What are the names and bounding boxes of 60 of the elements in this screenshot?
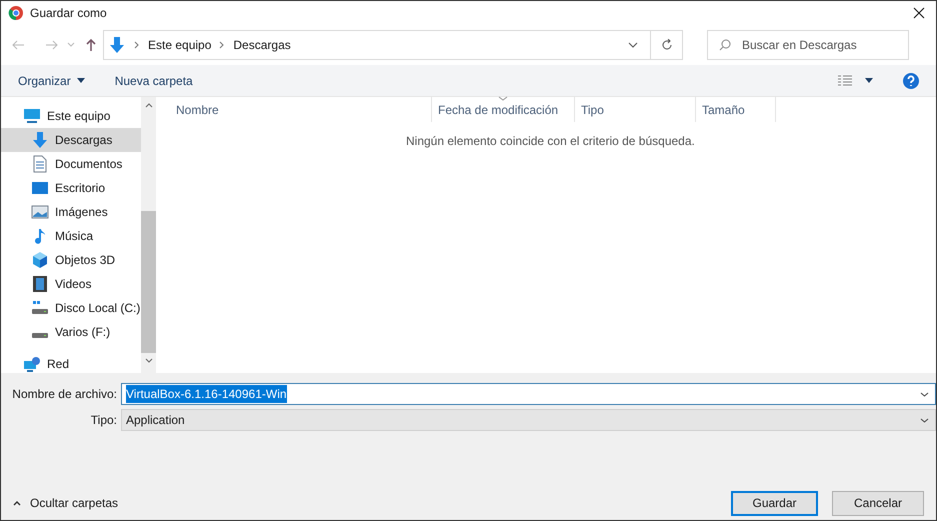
refresh-icon[interactable] bbox=[660, 39, 672, 51]
view-options-icon[interactable] bbox=[837, 74, 853, 86]
sort-indicator-icon bbox=[498, 96, 508, 101]
window-title: Guardar como bbox=[30, 5, 108, 22]
field-label: Tipo: bbox=[90, 412, 118, 429]
sidebar-item[interactable]: Documentos bbox=[1, 152, 141, 176]
chevron-down-icon[interactable] bbox=[920, 392, 929, 396]
breadcrumb[interactable]: Descargas bbox=[233, 36, 291, 54]
dialog-button[interactable]: Cancelar bbox=[832, 490, 924, 516]
download-arrow-icon bbox=[31, 131, 49, 149]
picture-icon bbox=[31, 203, 49, 221]
chevron-down-icon[interactable] bbox=[628, 42, 638, 48]
close-icon bbox=[913, 7, 925, 19]
field-label: Nombre de archivo: bbox=[11, 386, 118, 403]
search-field[interactable]: Buscar en Descargas bbox=[707, 30, 909, 60]
cube-icon bbox=[31, 251, 49, 269]
sidebar-item[interactable]: Descargas bbox=[1, 128, 141, 152]
new-folder-button[interactable]: Nueva carpeta bbox=[114, 72, 193, 90]
sidebar-item[interactable]: Red bbox=[1, 352, 141, 376]
system-drive-icon bbox=[31, 299, 49, 317]
chevron-down-icon[interactable] bbox=[920, 418, 929, 422]
filename-field[interactable]: VirtualBox-6.1.16-140961-Win bbox=[121, 383, 936, 405]
scrollbar-thumb[interactable] bbox=[141, 211, 156, 353]
search-icon bbox=[719, 39, 731, 51]
dropdown-arrow-icon bbox=[76, 78, 85, 83]
organize-menu[interactable]: Organizar bbox=[18, 72, 85, 90]
sidebar-item[interactable]: Música bbox=[1, 224, 141, 248]
chevron-right-icon bbox=[219, 41, 226, 49]
app-icon bbox=[8, 5, 24, 21]
dialog-button[interactable]: Guardar bbox=[731, 490, 818, 516]
desktop-icon bbox=[31, 179, 49, 197]
column-header[interactable]: Tipo bbox=[575, 97, 696, 122]
address-bar[interactable]: Este equipo Descargas bbox=[103, 30, 683, 60]
film-icon bbox=[31, 275, 49, 293]
help-icon[interactable] bbox=[903, 72, 919, 88]
scroll-down-icon[interactable] bbox=[144, 358, 152, 363]
up-arrow-icon[interactable] bbox=[85, 38, 97, 52]
chevron-right-icon bbox=[134, 41, 140, 49]
sidebar-item[interactable]: Este equipo bbox=[1, 104, 141, 128]
sidebar-item[interactable]: Disco Local (C:) bbox=[1, 296, 141, 320]
scroll-up-icon[interactable] bbox=[144, 103, 152, 108]
sidebar-item[interactable]: Escritorio bbox=[1, 176, 141, 200]
sidebar-item[interactable]: Varios (F:) bbox=[1, 320, 141, 344]
document-icon bbox=[31, 155, 49, 173]
column-header[interactable]: Fecha de modificación bbox=[432, 97, 575, 122]
file-type-dropdown[interactable]: Application bbox=[121, 409, 936, 431]
computer-icon bbox=[23, 107, 41, 125]
dropdown-arrow-icon[interactable] bbox=[865, 78, 873, 83]
network-icon bbox=[23, 355, 41, 373]
column-header[interactable]: Tamaño bbox=[696, 97, 776, 122]
download-arrow-icon bbox=[108, 36, 126, 54]
caret-up-icon bbox=[13, 500, 21, 506]
breadcrumb[interactable]: Este equipo bbox=[148, 36, 212, 54]
drive-icon bbox=[31, 332, 49, 339]
sidebar-item[interactable]: Imágenes bbox=[1, 200, 141, 224]
column-header[interactable]: Nombre bbox=[156, 97, 432, 122]
empty-message: Ningún elemento coincide con el criterio de búsqueda. bbox=[406, 133, 695, 150]
hide-folders-toggle[interactable]: Ocultar carpetas bbox=[13, 494, 118, 512]
sidebar-item[interactable]: Videos bbox=[1, 272, 141, 296]
sidebar-item[interactable]: Objetos 3D bbox=[1, 248, 141, 272]
